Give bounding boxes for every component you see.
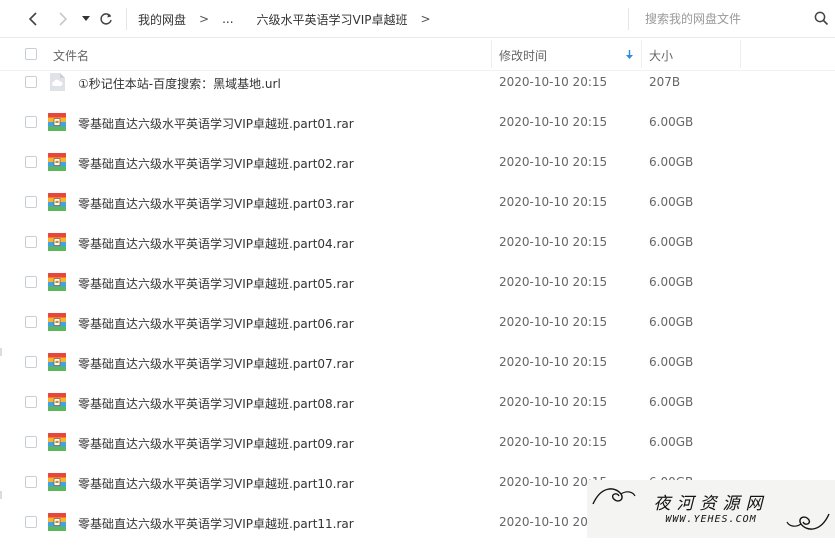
- file-size: 6.00GB: [649, 275, 694, 289]
- watermark-url: WWW.YEHES.COM: [665, 514, 757, 525]
- rar-archive-icon: [48, 513, 66, 531]
- sort-desc-icon[interactable]: [625, 50, 634, 60]
- file-size: 6.00GB: [649, 195, 694, 209]
- history-dropdown-button[interactable]: [76, 9, 96, 29]
- file-checkbox[interactable]: [25, 196, 37, 208]
- cloud-file-icon: [50, 73, 65, 91]
- watermark-title: 夜河资源网: [653, 494, 769, 514]
- column-resize-handle[interactable]: [641, 40, 642, 68]
- column-resize-handle[interactable]: [740, 40, 741, 68]
- file-name[interactable]: 零基础直达六级水平英语学习VIP卓越班.part08.rar: [78, 395, 354, 412]
- file-name[interactable]: 零基础直达六级水平英语学习VIP卓越班.part01.rar: [78, 115, 354, 132]
- file-name[interactable]: 零基础直达六级水平英语学习VIP卓越班.part07.rar: [78, 355, 354, 372]
- rar-archive-icon: [48, 353, 66, 371]
- file-size: 6.00GB: [649, 155, 694, 169]
- file-size: 6.00GB: [649, 355, 694, 369]
- file-row[interactable]: 零基础直达六级水平英语学习VIP卓越班.part08.rar 2020-10-10…: [0, 391, 835, 431]
- rar-archive-icon: [48, 433, 66, 451]
- file-name[interactable]: 零基础直达六级水平英语学习VIP卓越班.part09.rar: [78, 435, 354, 452]
- file-modified-time: 2020-10-10 20:15: [499, 75, 608, 89]
- file-checkbox[interactable]: [25, 356, 37, 368]
- file-row[interactable]: 零基础直达六级水平英语学习VIP卓越班.part04.rar 2020-10-10…: [0, 231, 835, 271]
- rar-archive-icon: [48, 113, 66, 131]
- rar-archive-icon: [48, 153, 66, 171]
- file-checkbox[interactable]: [25, 516, 37, 528]
- file-size: 207B: [649, 75, 681, 89]
- search-divider: [628, 8, 629, 30]
- column-header-modified[interactable]: 修改时间: [499, 47, 547, 64]
- file-name[interactable]: 零基础直达六级水平英语学习VIP卓越班.part03.rar: [78, 195, 354, 212]
- file-checkbox[interactable]: [25, 276, 37, 288]
- watermark: 夜河资源网 WWW.YEHES.COM: [587, 480, 835, 538]
- file-row[interactable]: 零基础直达六级水平英语学习VIP卓越班.part01.rar 2020-10-10…: [0, 111, 835, 151]
- file-checkbox[interactable]: [25, 476, 37, 488]
- breadcrumb: 我的网盘 > ... 六级水平英语学习VIP卓越班 >: [138, 0, 444, 38]
- file-name[interactable]: 零基础直达六级水平英语学习VIP卓越班.part11.rar: [78, 515, 354, 532]
- file-name[interactable]: 零基础直达六级水平英语学习VIP卓越班.part05.rar: [78, 275, 354, 292]
- file-modified-time: 2020-10-10 20:15: [499, 235, 608, 249]
- file-checkbox[interactable]: [25, 396, 37, 408]
- select-all-checkbox[interactable]: [25, 48, 37, 60]
- rar-archive-icon: [48, 233, 66, 251]
- chevron-right-icon: [59, 12, 68, 26]
- sidebar-edge-marker: [0, 348, 2, 356]
- file-checkbox[interactable]: [25, 76, 37, 88]
- file-name[interactable]: 零基础直达六级水平英语学习VIP卓越班.part02.rar: [78, 155, 354, 172]
- rar-archive-icon: [48, 313, 66, 331]
- breadcrumb-root[interactable]: 我的网盘: [138, 11, 186, 28]
- file-modified-time: 2020-10-10 20:15: [499, 315, 608, 329]
- breadcrumb-current-folder[interactable]: 六级水平英语学习VIP卓越班: [257, 11, 408, 28]
- file-modified-time: 2020-10-10 20:15: [499, 355, 608, 369]
- search-input[interactable]: [645, 11, 795, 27]
- file-name[interactable]: 零基础直达六级水平英语学习VIP卓越班.part10.rar: [78, 475, 354, 492]
- rar-archive-icon: [48, 393, 66, 411]
- toolbar: 我的网盘 > ... 六级水平英语学习VIP卓越班 >: [0, 0, 835, 38]
- breadcrumb-separator: >: [420, 12, 431, 26]
- file-row[interactable]: 零基础直达六级水平英语学习VIP卓越班.part05.rar 2020-10-10…: [0, 271, 835, 311]
- file-size: 6.00GB: [649, 395, 694, 409]
- forward-button[interactable]: [53, 9, 73, 29]
- file-modified-time: 2020-10-10 20:15: [499, 435, 608, 449]
- file-modified-time: 2020-10-10 20:15: [499, 275, 608, 289]
- file-row[interactable]: 零基础直达六级水平英语学习VIP卓越班.part03.rar 2020-10-10…: [0, 191, 835, 231]
- file-modified-time: 2020-10-10 20:15: [499, 115, 608, 129]
- rar-archive-icon: [48, 193, 66, 211]
- file-checkbox[interactable]: [25, 436, 37, 448]
- file-checkbox[interactable]: [25, 116, 37, 128]
- search-icon[interactable]: [814, 11, 829, 26]
- file-size: 6.00GB: [649, 115, 694, 129]
- file-row[interactable]: 零基础直达六级水平英语学习VIP卓越班.part02.rar 2020-10-10…: [0, 151, 835, 191]
- rar-archive-icon: [48, 273, 66, 291]
- file-checkbox[interactable]: [25, 236, 37, 248]
- file-name[interactable]: 零基础直达六级水平英语学习VIP卓越班.part04.rar: [78, 235, 354, 252]
- column-header-size[interactable]: 大小: [649, 47, 673, 64]
- file-name[interactable]: 零基础直达六级水平英语学习VIP卓越班.part06.rar: [78, 315, 354, 332]
- breadcrumb-ellipsis[interactable]: ...: [222, 12, 233, 26]
- column-header-name[interactable]: 文件名: [53, 47, 89, 64]
- file-size: 6.00GB: [649, 235, 694, 249]
- file-row[interactable]: ①秒记住本站-百度搜索：黑域基地.url 2020-10-10 20:15 207B: [0, 71, 835, 111]
- caret-down-icon: [82, 16, 90, 21]
- breadcrumb-separator: >: [199, 12, 210, 26]
- file-row[interactable]: 零基础直达六级水平英语学习VIP卓越班.part07.rar 2020-10-10…: [0, 351, 835, 391]
- file-modified-time: 2020-10-10 20:15: [499, 395, 608, 409]
- sidebar-edge-marker: [0, 491, 2, 499]
- file-checkbox[interactable]: [25, 156, 37, 168]
- file-modified-time: 2020-10-10 20:15: [499, 155, 608, 169]
- column-resize-handle[interactable]: [491, 40, 492, 68]
- file-checkbox[interactable]: [25, 316, 37, 328]
- back-button[interactable]: [23, 9, 43, 29]
- file-modified-time: 2020-10-10 20:15: [499, 195, 608, 209]
- refresh-button[interactable]: [96, 9, 116, 29]
- chevron-left-icon: [28, 12, 37, 26]
- file-row[interactable]: 零基础直达六级水平英语学习VIP卓越班.part06.rar 2020-10-10…: [0, 311, 835, 351]
- file-list-header: 文件名 修改时间 大小: [0, 38, 835, 71]
- file-size: 6.00GB: [649, 435, 694, 449]
- file-size: 6.00GB: [649, 315, 694, 329]
- file-row[interactable]: 零基础直达六级水平英语学习VIP卓越班.part09.rar 2020-10-10…: [0, 431, 835, 471]
- refresh-icon: [100, 13, 112, 25]
- toolbar-divider: [126, 8, 127, 30]
- file-name[interactable]: ①秒记住本站-百度搜索：黑域基地.url: [78, 75, 281, 92]
- rar-archive-icon: [48, 473, 66, 491]
